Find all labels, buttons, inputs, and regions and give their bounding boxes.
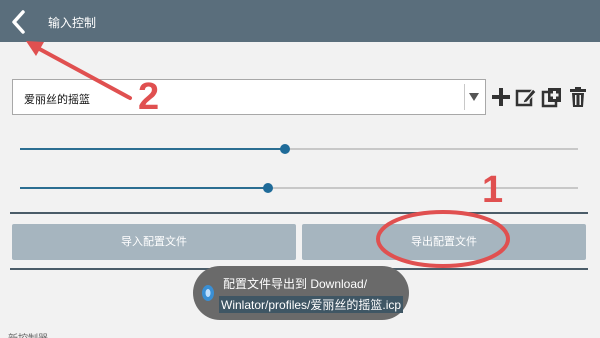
top-app-bar: 输入控制: [0, 0, 600, 42]
dropdown-caret-icon: [469, 93, 479, 101]
export-profile-button[interactable]: 导出配置文件: [302, 224, 586, 260]
import-profile-button[interactable]: 导入配置文件: [12, 224, 296, 260]
add-icon[interactable]: [490, 86, 512, 108]
toast-line-1: 配置文件导出到 Download/: [223, 277, 368, 291]
delete-icon[interactable]: [567, 86, 589, 108]
annotation-number-1: 1: [482, 169, 504, 211]
annotation-arrowhead: [26, 41, 44, 56]
divider-top: [10, 212, 588, 214]
app-logo-icon: [202, 285, 214, 301]
profile-dropdown-value: 爱丽丝的摇篮: [24, 94, 90, 106]
duplicate-icon[interactable]: [541, 86, 563, 108]
page-title: 输入控制: [48, 16, 97, 30]
slider-thumb[interactable]: [263, 183, 274, 193]
toast-message: 配置文件导出到 Download/ Winlator/profiles/爱丽丝的…: [193, 266, 409, 320]
slider-fill: [20, 187, 269, 189]
profile-dropdown[interactable]: 爱丽丝的摇篮: [12, 79, 486, 115]
back-arrow-icon[interactable]: [8, 9, 30, 35]
slider-fill: [20, 148, 286, 150]
slider-thumb[interactable]: [280, 144, 291, 154]
dropdown-divider: [464, 84, 465, 110]
annotation-number-2: 2: [138, 76, 160, 118]
section-header: 新控制器: [8, 330, 48, 338]
slider-1[interactable]: [20, 142, 578, 156]
toast-line-2: Winlator/profiles/爱丽丝的摇篮.icp: [219, 296, 404, 313]
edit-icon[interactable]: [515, 86, 537, 108]
